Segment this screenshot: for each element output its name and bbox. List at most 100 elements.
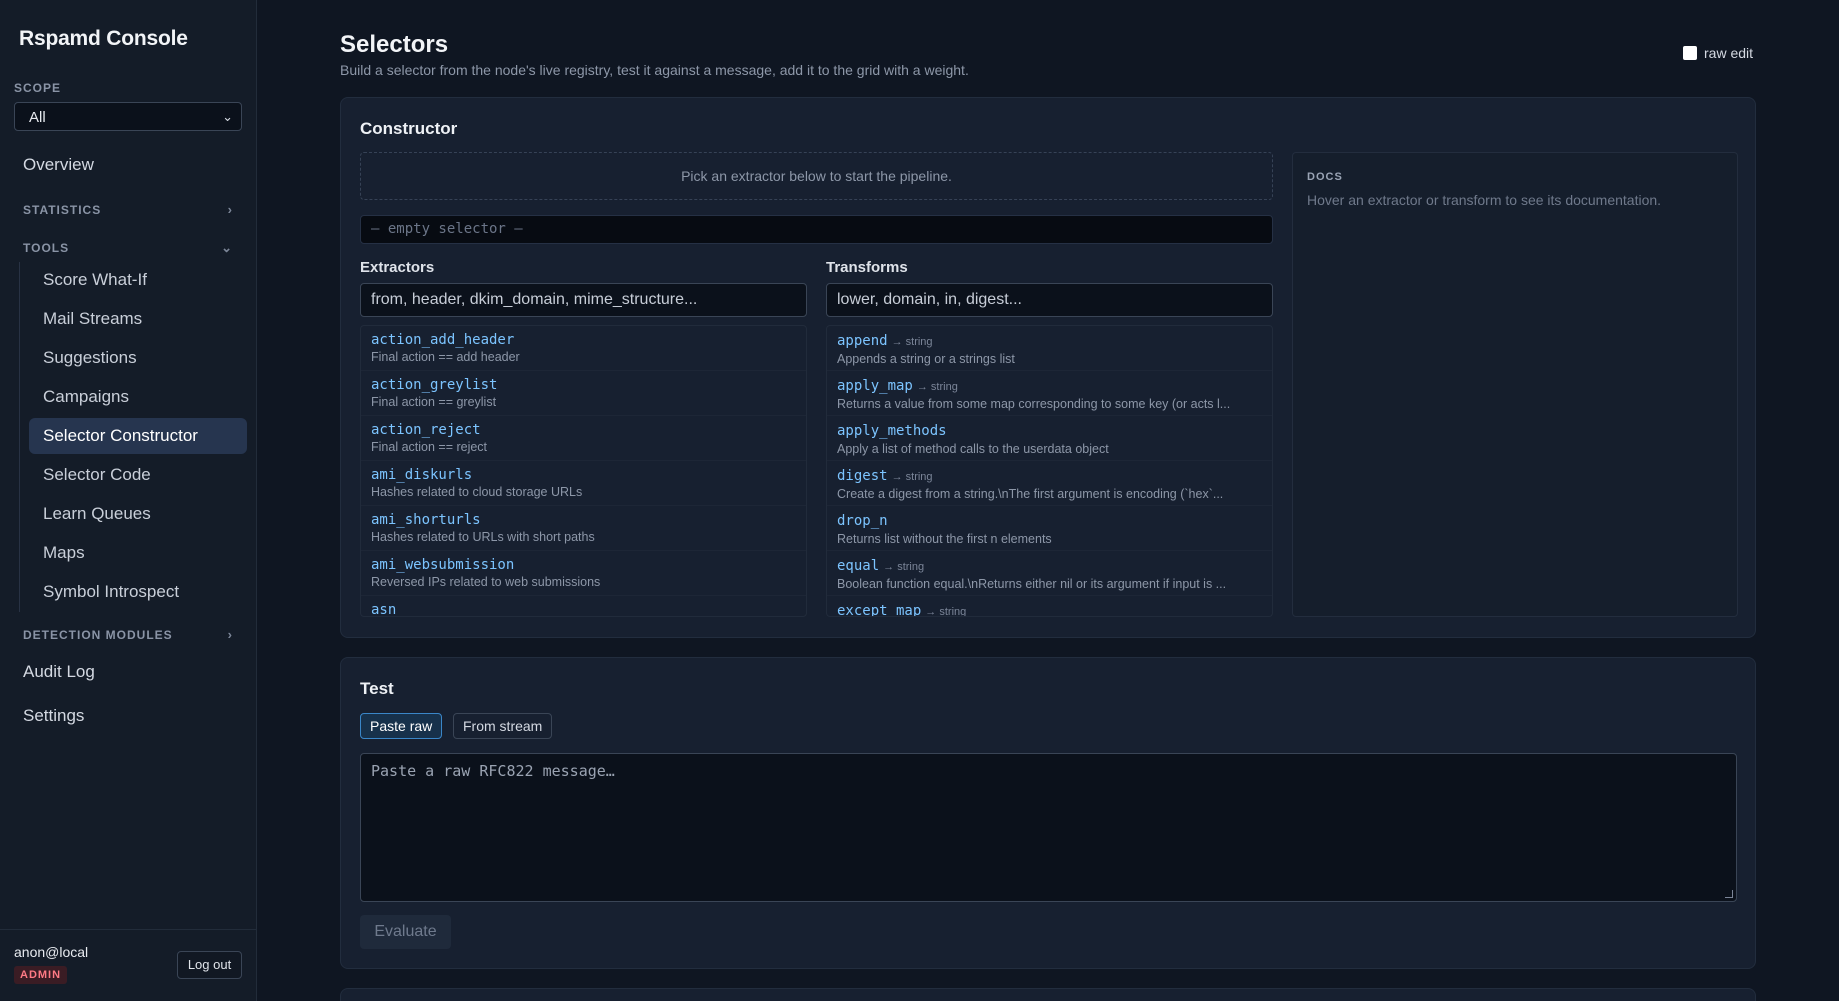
transforms-label: Transforms bbox=[826, 259, 908, 276]
chevron-down-icon: ⌄ bbox=[221, 240, 233, 255]
transform-item[interactable]: drop_n Returns list without the first n … bbox=[827, 506, 1272, 551]
extractors-search-input[interactable]: from, header, dkim_domain, mime_structur… bbox=[360, 283, 807, 317]
next-card bbox=[340, 988, 1756, 1001]
test-card: Test Paste raw From stream Paste a raw R… bbox=[340, 657, 1756, 969]
transform-name: drop_n bbox=[837, 513, 888, 529]
transform-name: digest bbox=[837, 468, 888, 484]
page-title: Selectors bbox=[340, 31, 449, 58]
extractors-label: Extractors bbox=[360, 259, 435, 276]
nav-item-learn-queues[interactable]: Learn Queues bbox=[29, 496, 247, 532]
chevron-right-icon: › bbox=[227, 202, 233, 217]
nav-group-label: STATISTICS bbox=[23, 203, 102, 217]
extractor-name: ami_websubmission bbox=[371, 557, 515, 573]
extractor-item[interactable]: action_add_header Final action == add he… bbox=[361, 326, 806, 371]
transforms-list: append → string Appends a string or a str… bbox=[826, 325, 1273, 617]
app-title: Rspamd Console bbox=[19, 27, 188, 50]
nav-group-label: TOOLS bbox=[23, 241, 70, 255]
extractor-name: ami_shorturls bbox=[371, 512, 481, 528]
nav-item-suggestions[interactable]: Suggestions bbox=[29, 340, 247, 376]
extractor-item[interactable]: asn bbox=[361, 596, 806, 617]
nav-audit-log[interactable]: Audit Log bbox=[23, 662, 95, 682]
docs-label: DOCS bbox=[1307, 171, 1343, 183]
sidebar-footer: anon@local ADMIN Log out bbox=[0, 929, 257, 1001]
transform-desc: Appends a string or a strings list bbox=[837, 352, 1015, 366]
transform-desc: Boolean function equal.\nReturns either … bbox=[837, 577, 1227, 591]
selector-output: — empty selector — bbox=[360, 215, 1273, 244]
nav-item-symbol-introspect[interactable]: Symbol Introspect bbox=[29, 574, 247, 610]
transform-desc: Returns list without the first n element… bbox=[837, 532, 1052, 546]
tools-rail bbox=[19, 262, 20, 612]
transform-name: equal bbox=[837, 558, 880, 574]
extractor-item[interactable]: ami_diskurls Hashes related to cloud sto… bbox=[361, 461, 806, 506]
extractor-name: action_add_header bbox=[371, 332, 515, 348]
user-name: anon@local bbox=[14, 944, 89, 960]
sidebar: Rspamd Console SCOPE All ⌄ Overview STAT… bbox=[0, 0, 257, 1001]
transform-item[interactable]: except_map → string bbox=[827, 596, 1272, 617]
nav-overview[interactable]: Overview bbox=[23, 155, 94, 175]
transform-item[interactable]: apply_map → string Returns a value from s… bbox=[827, 371, 1272, 416]
transform-name: except_map bbox=[837, 603, 922, 617]
constructor-title: Constructor bbox=[360, 119, 458, 138]
pipeline-dropzone: Pick an extractor below to start the pip… bbox=[360, 152, 1273, 200]
nav-group-label: DETECTION MODULES bbox=[23, 628, 173, 642]
raw-edit-toggle[interactable]: raw edit bbox=[1683, 45, 1753, 61]
transform-item[interactable]: apply_methods Apply a list of method cal… bbox=[827, 416, 1272, 461]
transform-item[interactable]: digest → string Create a digest from a st… bbox=[827, 461, 1272, 506]
nav-item-score-what-if[interactable]: Score What-If bbox=[29, 262, 247, 298]
extractor-desc: Final action == add header bbox=[371, 350, 520, 364]
extractor-item[interactable]: action_greylist Final action == greylist bbox=[361, 371, 806, 416]
logout-button[interactable]: Log out bbox=[177, 951, 242, 979]
transform-name: append bbox=[837, 333, 888, 349]
transform-item[interactable]: equal → string Boolean function equal.\nR… bbox=[827, 551, 1272, 596]
extractor-desc: Final action == reject bbox=[371, 440, 488, 454]
extractor-item[interactable]: ami_websubmission Reversed IPs related t… bbox=[361, 551, 806, 596]
nav-item-selector-code[interactable]: Selector Code bbox=[29, 457, 247, 493]
transform-desc: Returns a value from some map correspond… bbox=[837, 397, 1231, 411]
chevron-down-icon: ⌄ bbox=[222, 109, 233, 124]
message-placeholder: Paste a raw RFC822 message… bbox=[371, 762, 615, 780]
constructor-card: Constructor Pick an extractor below to s… bbox=[340, 97, 1756, 638]
extractor-desc: Hashes related to URLs with short paths bbox=[371, 530, 595, 544]
chevron-right-icon: › bbox=[227, 627, 233, 642]
nav-group-statistics[interactable]: STATISTICS › bbox=[23, 202, 233, 217]
transform-name: apply_methods bbox=[837, 423, 947, 439]
scope-value: All bbox=[29, 109, 46, 126]
nav-settings[interactable]: Settings bbox=[23, 706, 84, 726]
extractor-name: action_greylist bbox=[371, 377, 498, 393]
raw-edit-checkbox[interactable] bbox=[1683, 46, 1697, 60]
extractor-name: action_reject bbox=[371, 422, 481, 438]
extractor-item[interactable]: action_reject Final action == reject bbox=[361, 416, 806, 461]
nav-item-maps[interactable]: Maps bbox=[29, 535, 247, 571]
message-textarea[interactable]: Paste a raw RFC822 message… bbox=[360, 753, 1737, 902]
extractor-desc: Final action == greylist bbox=[371, 395, 497, 409]
transform-desc: Create a digest from a string.\nThe firs… bbox=[837, 487, 1224, 501]
tab-from-stream[interactable]: From stream bbox=[453, 713, 553, 739]
nav-item-campaigns[interactable]: Campaigns bbox=[29, 379, 247, 415]
docs-text: Hover an extractor or transform to see i… bbox=[1307, 192, 1662, 208]
transform-item[interactable]: append → string Appends a string or a str… bbox=[827, 326, 1272, 371]
scope-label: SCOPE bbox=[14, 81, 62, 95]
scope-select[interactable]: All ⌄ bbox=[14, 102, 242, 131]
extractor-name: asn bbox=[371, 602, 397, 617]
docs-panel: DOCS Hover an extractor or transform to … bbox=[1292, 152, 1738, 617]
transforms-search-input[interactable]: lower, domain, in, digest... bbox=[826, 283, 1273, 317]
extractor-desc: Hashes related to cloud storage URLs bbox=[371, 485, 583, 499]
extractors-list: action_add_header Final action == add he… bbox=[360, 325, 807, 617]
resize-handle[interactable] bbox=[1725, 890, 1733, 898]
nav-group-tools[interactable]: TOOLS ⌄ bbox=[23, 240, 233, 255]
tab-paste-raw[interactable]: Paste raw bbox=[360, 713, 443, 739]
transform-name: apply_map bbox=[837, 378, 913, 394]
nav-item-mail-streams[interactable]: Mail Streams bbox=[29, 301, 247, 337]
transform-return: → string bbox=[883, 561, 925, 573]
evaluate-button[interactable]: Evaluate bbox=[360, 915, 451, 949]
page-subtitle: Build a selector from the node's live re… bbox=[340, 62, 969, 78]
extractor-item[interactable]: ami_shorturls Hashes related to URLs wit… bbox=[361, 506, 806, 551]
transform-return: → string bbox=[925, 606, 967, 617]
extractor-desc: Reversed IPs related to web submissions bbox=[371, 575, 601, 589]
extractor-name: ami_diskurls bbox=[371, 467, 473, 483]
nav-item-selector-constructor[interactable]: Selector Constructor bbox=[29, 418, 247, 454]
nav-group-detection-modules[interactable]: DETECTION MODULES › bbox=[23, 627, 233, 642]
raw-edit-label: raw edit bbox=[1704, 45, 1754, 61]
test-title: Test bbox=[360, 679, 394, 698]
transform-return: → string bbox=[916, 381, 958, 393]
